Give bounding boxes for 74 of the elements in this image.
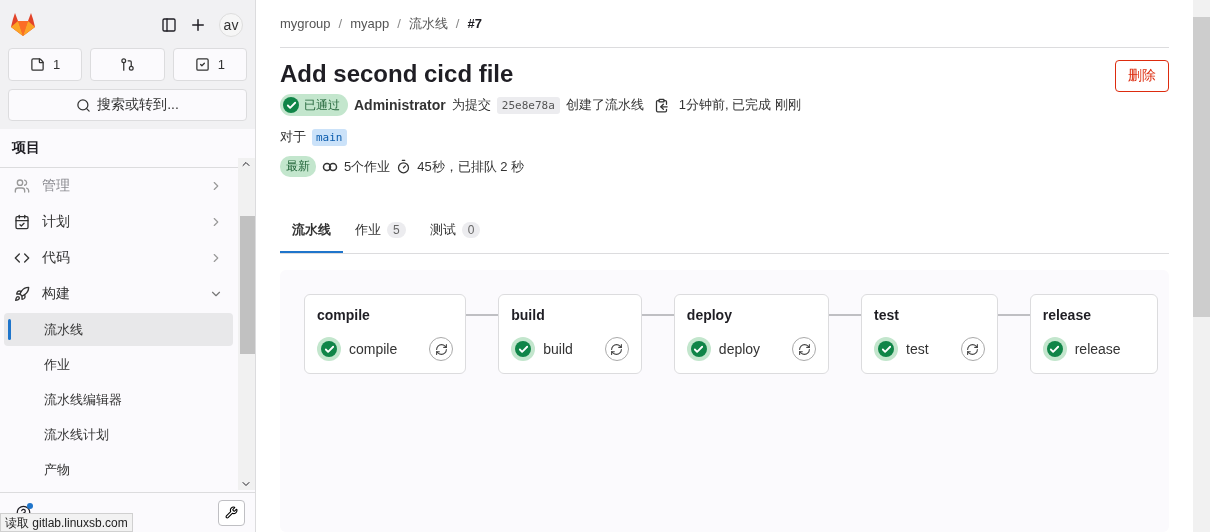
link-status-tooltip: 读取 gitlab.linuxsb.com (0, 513, 133, 532)
retry-icon (966, 342, 980, 356)
logo-icon[interactable] (10, 13, 36, 37)
job-name[interactable]: test (906, 341, 953, 357)
sidebar-toggle-icon[interactable] (161, 17, 177, 33)
scrollbar[interactable] (238, 158, 255, 490)
breadcrumb-link[interactable]: #7 (467, 16, 482, 31)
author-name[interactable]: Administrator (354, 97, 446, 113)
issues-icon (30, 57, 46, 72)
stage-name: test (874, 307, 900, 323)
retry-button[interactable] (604, 337, 629, 361)
issues-counter-button[interactable]: 1 (8, 48, 83, 81)
status-badge: 已通过 (280, 94, 348, 116)
jobs-count: 5个作业 (344, 157, 391, 176)
wrench-icon (225, 506, 238, 519)
retry-icon (797, 342, 811, 356)
nav-item[interactable]: 代码 (4, 240, 233, 276)
calendar-icon (14, 214, 30, 230)
breadcrumb-separator: / (338, 16, 343, 31)
avatar[interactable]: av (219, 13, 243, 37)
nav-item[interactable]: 构建 (4, 276, 233, 312)
plus-icon[interactable] (189, 16, 207, 34)
breadcrumb-separator: / (455, 16, 460, 31)
for-label: 对于 (280, 128, 306, 146)
tab[interactable]: 作业 5 (343, 207, 418, 253)
duration-text: 45秒，已排队 2 秒 (417, 157, 525, 176)
breadcrumb-link[interactable]: mygroup (280, 16, 331, 31)
nav-subitem[interactable]: 流水线 (4, 313, 233, 346)
stage-name: compile (317, 307, 371, 323)
merge-counter-button[interactable] (90, 48, 165, 81)
job-name[interactable]: build (543, 341, 597, 357)
latest-badge: 最新 (280, 156, 316, 177)
nav-item[interactable]: 计划 (4, 204, 233, 240)
nav-subitem[interactable]: 产物 (4, 453, 233, 486)
job-name[interactable]: release (1074, 341, 1145, 357)
nav-subitem[interactable]: 作业 (4, 348, 233, 381)
nav-item[interactable]: 管理 (4, 168, 233, 204)
nav-subitem[interactable]: 流水线编辑器 (4, 383, 233, 416)
breadcrumb-separator: / (397, 16, 401, 31)
jobs-icon (322, 161, 338, 172)
job-name[interactable]: deploy (718, 341, 785, 357)
delete-button[interactable]: 删除 (1115, 60, 1169, 92)
search-button[interactable]: 搜索或转到... (8, 89, 247, 121)
code-icon (14, 250, 30, 266)
nav-subitem[interactable]: 流水线计划 (4, 418, 233, 451)
search-icon (76, 97, 92, 113)
stage-name: release (1042, 307, 1092, 323)
time-text: 1分钟前, 已完成 刚刚 (678, 96, 801, 114)
breadcrumb-link[interactable]: 流水线 (408, 14, 448, 33)
meta-text: 创建了流水线 (565, 96, 644, 114)
retry-icon (610, 342, 624, 356)
job-name[interactable]: compile (349, 341, 422, 357)
admin-button[interactable] (218, 499, 245, 526)
tab[interactable]: 测试 0 (417, 207, 493, 253)
stage-name: build (511, 307, 546, 323)
meta-text: 为提交 (451, 96, 491, 114)
retry-button[interactable] (429, 337, 454, 361)
retry-button[interactable] (792, 337, 817, 361)
page-title: Add second cicd file (280, 60, 514, 88)
todo-icon (194, 57, 210, 72)
users-icon (14, 178, 30, 194)
retry-button[interactable] (960, 337, 985, 361)
copy-icon[interactable] (653, 97, 669, 113)
timer-icon (396, 159, 412, 174)
rocket-icon (14, 286, 30, 302)
scrollbar[interactable] (1193, 0, 1210, 532)
breadcrumb-link[interactable]: myapp (350, 16, 390, 31)
retry-icon (434, 342, 448, 356)
commit-sha[interactable]: 25e8e78a (496, 96, 560, 114)
merge-request-icon (120, 57, 135, 72)
stage-name: deploy (686, 307, 733, 323)
branch-name[interactable]: main (312, 128, 347, 146)
tab[interactable]: 流水线 (280, 207, 343, 253)
todo-counter-button[interactable]: 1 (172, 48, 247, 81)
